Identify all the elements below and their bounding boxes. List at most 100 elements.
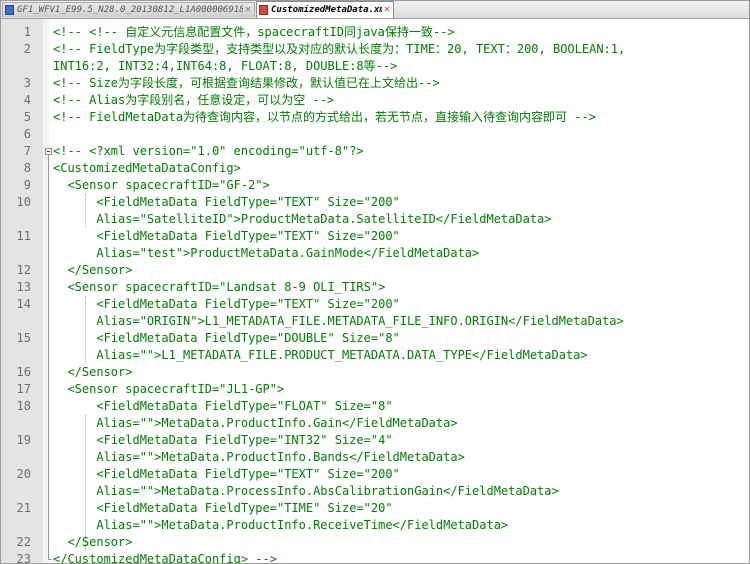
code-token: <!-- Alias为字段别名，任意设定，可以为空 --> (53, 93, 335, 107)
code-line[interactable]: 5 <!-- FieldMetaData为待查询内容，以节点的方式给出，若无节点，… (1, 109, 749, 126)
code-text: Alias="test">ProductMetaData.GainMode</F… (53, 245, 479, 262)
file-icon (5, 5, 14, 15)
line-number: 15 (16, 331, 31, 345)
line-number: 18 (16, 399, 31, 413)
code-line[interactable]: Alias="">MetaData.ProductInfo.Gain</Fiel… (1, 415, 749, 432)
code-token: Alias="">MetaData.ProductInfo.Bands</Fie… (53, 450, 465, 464)
code-text: <FieldMetaData FieldType="TEXT" Size="20… (53, 194, 400, 211)
fold-line (48, 155, 49, 559)
code-line[interactable]: 1 <!-- <!-- 自定义元信息配置文件，spacecraftID同java保… (1, 24, 749, 41)
code-line[interactable]: 17 <Sensor spacecraftID="JL1-GP"> (1, 381, 749, 398)
code-line[interactable]: 3 <!-- Size为字段长度，可根据查询结果修改，默认值已在上文给出--> (1, 75, 749, 92)
line-number: 14 (16, 297, 31, 311)
fold-toggle-icon[interactable] (45, 148, 52, 155)
fold-end-marker (48, 559, 52, 560)
code-token: </Sensor> (53, 535, 133, 549)
code-line[interactable]: 14 <FieldMetaData FieldType="TEXT" Size=… (1, 296, 749, 313)
code-token: <FieldMetaData FieldType="TEXT" Size="20… (53, 195, 400, 209)
code-token: <Sensor spacecraftID="JL1-GP"> (53, 382, 285, 396)
line-number: 8 (23, 161, 31, 175)
code-line[interactable]: Alias="">MetaData.ProductInfo.ReceiveTim… (1, 517, 749, 534)
code-text: Alias="ORIGIN">L1_METADATA_FILE.METADATA… (53, 313, 624, 330)
code-text: <FieldMetaData FieldType="TEXT" Size="20… (53, 228, 400, 245)
line-number: 11 (16, 229, 31, 243)
line-number: 23 (16, 552, 31, 564)
close-icon[interactable]: ✕ (382, 5, 392, 15)
code-text: <FieldMetaData FieldType="TEXT" Size="20… (53, 466, 400, 483)
code-token: Alias="">L1_METADATA_FILE.PRODUCT_METADA… (53, 348, 588, 362)
code-line[interactable]: Alias="">MetaData.ProductInfo.Bands</Fie… (1, 449, 749, 466)
tab-customized-metadata-xml[interactable]: CustomizedMetaData.xml ✕ (256, 1, 394, 18)
code-text: <FieldMetaData FieldType="INT32" Size="4… (53, 432, 393, 449)
code-line[interactable]: 9 <Sensor spacecraftID="GF-2"> (1, 177, 749, 194)
code-token: <!-- Size为字段长度，可根据查询结果修改，默认值已在上文给出--> (53, 76, 440, 90)
line-number: 4 (23, 93, 31, 107)
code-line[interactable]: Alias="">L1_METADATA_FILE.PRODUCT_METADA… (1, 347, 749, 364)
code-text: <CustomizedMetaDataConfig> (53, 160, 241, 177)
code-token: <Sensor spacecraftID="Landsat 8-9 OLI_TI… (53, 280, 386, 294)
line-number: 6 (23, 127, 31, 141)
code-text: <FieldMetaData FieldType="DOUBLE" Size="… (53, 330, 399, 347)
code-editor[interactable]: 1 <!-- <!-- 自定义元信息配置文件，spacecraftID同java保… (1, 19, 749, 563)
code-token: <!-- <!-- 自定义元信息配置文件，spacecraftID同java保持… (53, 25, 455, 39)
code-line[interactable]: 16 </Sensor> (1, 364, 749, 381)
code-line[interactable]: Alias="test">ProductMetaData.GainMode</F… (1, 245, 749, 262)
code-line[interactable]: 15 <FieldMetaData FieldType="DOUBLE" Siz… (1, 330, 749, 347)
code-text: <!-- FieldMetaData为待查询内容，以节点的方式给出，若无节点，直… (53, 109, 596, 126)
code-token: <!-- <?xml version="1.0" encoding="utf-8… (53, 144, 364, 158)
line-number: 10 (16, 195, 31, 209)
code-text: <FieldMetaData FieldType="TIME" Size="20… (53, 500, 392, 517)
code-token: Alias="ORIGIN">L1_METADATA_FILE.METADATA… (53, 314, 624, 328)
code-token: <CustomizedMetaDataConfig> (53, 161, 241, 175)
code-line[interactable]: 21 <FieldMetaData FieldType="TIME" Size=… (1, 500, 749, 517)
code-token: <FieldMetaData FieldType="TEXT" Size="20… (53, 229, 400, 243)
line-number: 20 (16, 467, 31, 481)
editor-window: GF1_WFV1_E99.5_N28.0_20130812_L1A0000069… (0, 0, 750, 564)
code-line[interactable]: 18 <FieldMetaData FieldType="FLOAT" Size… (1, 398, 749, 415)
file-icon (259, 5, 268, 15)
code-line[interactable]: 19 <FieldMetaData FieldType="INT32" Size… (1, 432, 749, 449)
code-text: </Sensor> (53, 364, 132, 381)
code-token: Alias="SatelliteID">ProductMetaData.Sate… (53, 212, 552, 226)
indent-guide (85, 415, 86, 551)
line-number: 9 (23, 178, 31, 192)
code-text: <!-- Size为字段长度，可根据查询结果修改，默认值已在上文给出--> (53, 75, 440, 92)
code-line[interactable]: 13 <Sensor spacecraftID="Landsat 8-9 OLI… (1, 279, 749, 296)
close-icon[interactable]: ✕ (243, 5, 253, 15)
code-line[interactable]: Alias="SatelliteID">ProductMetaData.Sate… (1, 211, 749, 228)
code-line[interactable]: Alias="ORIGIN">L1_METADATA_FILE.METADATA… (1, 313, 749, 330)
line-number: 5 (23, 110, 31, 124)
code-token: <!-- FieldType为字段类型，支持类型以及对应的默认长度为：TIME：… (53, 42, 626, 56)
code-text: <!-- <!-- 自定义元信息配置文件，spacecraftID同java保持… (53, 24, 455, 41)
code-text: <Sensor spacecraftID="JL1-GP"> (53, 381, 284, 398)
code-line[interactable]: 6 (1, 126, 749, 143)
code-line[interactable]: 2 <!-- FieldType为字段类型，支持类型以及对应的默认长度为：TIME… (1, 41, 749, 58)
code-line[interactable]: 10 <FieldMetaData FieldType="TEXT" Size=… (1, 194, 749, 211)
code-token: <FieldMetaData FieldType="TEXT" Size="20… (53, 297, 400, 311)
code-line[interactable]: 22 </Sensor> (1, 534, 749, 551)
line-number: 16 (16, 365, 31, 379)
code-text: Alias="">MetaData.ProductInfo.Gain</Fiel… (53, 415, 457, 432)
line-number: 17 (16, 382, 31, 396)
code-text: </CustomizedMetaDataConfig> --> (53, 551, 277, 563)
code-line[interactable]: INT16:2, INT32:4,INT64:8, FLOAT:8, DOUBL… (1, 58, 749, 75)
code-text: <!-- Alias为字段别名，任意设定，可以为空 --> (53, 92, 334, 109)
code-token: <FieldMetaData FieldType="TEXT" Size="20… (53, 467, 400, 481)
code-line[interactable]: 20 <FieldMetaData FieldType="TEXT" Size=… (1, 466, 749, 483)
tab-gf1-xml[interactable]: GF1_WFV1_E99.5_N28.0_20130812_L1A0000069… (2, 2, 255, 17)
code-line[interactable]: Alias="">MetaData.ProcessInfo.AbsCalibra… (1, 483, 749, 500)
code-text: <!-- FieldType为字段类型，支持类型以及对应的默认长度为：TIME：… (53, 41, 625, 58)
code-line[interactable]: 11 <FieldMetaData FieldType="TEXT" Size=… (1, 228, 749, 245)
tab-label: CustomizedMetaData.xml (271, 5, 382, 15)
code-line[interactable]: 12 </Sensor> (1, 262, 749, 279)
code-token: Alias="">MetaData.ProductInfo.ReceiveTim… (53, 518, 509, 532)
code-line[interactable]: 23 </CustomizedMetaDataConfig> --> (1, 551, 749, 564)
code-line[interactable]: 7 <!-- <?xml version="1.0" encoding="utf-… (1, 143, 749, 160)
code-line[interactable]: 4 <!-- Alias为字段别名，任意设定，可以为空 --> (1, 92, 749, 109)
code-token: Alias="">MetaData.ProcessInfo.AbsCalibra… (53, 484, 559, 498)
code-text: Alias="">L1_METADATA_FILE.PRODUCT_METADA… (53, 347, 588, 364)
code-text: <FieldMetaData FieldType="TEXT" Size="20… (53, 296, 400, 313)
code-token: <FieldMetaData FieldType="INT32" Size="4… (53, 433, 393, 447)
code-text: Alias="">MetaData.ProductInfo.ReceiveTim… (53, 517, 508, 534)
code-line[interactable]: 8 <CustomizedMetaDataConfig> (1, 160, 749, 177)
